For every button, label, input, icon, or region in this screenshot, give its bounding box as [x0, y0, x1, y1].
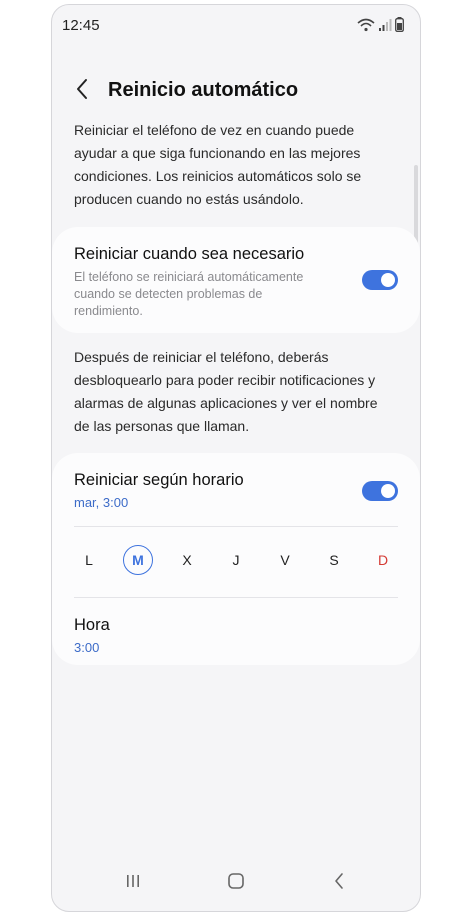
signal-icon	[378, 18, 392, 37]
day-tuesday[interactable]: M	[123, 545, 153, 575]
status-bar: 12:45	[52, 5, 420, 45]
scheduled-restart-title[interactable]: Reiniciar según horario	[74, 471, 244, 490]
restart-when-needed-title: Reiniciar cuando sea necesario	[74, 245, 305, 263]
recent-apps-icon	[125, 873, 141, 894]
day-thursday[interactable]: J	[221, 545, 251, 575]
home-icon	[227, 872, 245, 895]
scheduled-restart-value: mar, 3:00	[74, 495, 129, 510]
restart-when-needed-subtitle: El teléfono se reiniciará automáticament…	[74, 270, 304, 318]
nav-back-icon	[333, 872, 345, 895]
wifi-icon	[357, 18, 375, 37]
unlock-note: Después de reiniciar el teléfono, deberá…	[74, 349, 378, 434]
divider	[74, 526, 398, 527]
recent-apps-button[interactable]	[113, 863, 153, 903]
day-sunday[interactable]: D	[368, 545, 398, 575]
nav-back-button[interactable]	[319, 863, 359, 903]
restart-when-needed-toggle[interactable]	[362, 270, 398, 290]
day-monday[interactable]: L	[74, 545, 104, 575]
status-time: 12:45	[62, 17, 100, 34]
battery-icon	[395, 17, 404, 37]
phone-screen: 12:45 Reinicio automático Reiniciar el t…	[51, 4, 421, 912]
page-title: Reinicio automático	[108, 79, 299, 101]
scheduled-restart-toggle[interactable]	[362, 481, 398, 501]
status-icons	[357, 17, 404, 37]
time-setting-title: Hora	[74, 616, 110, 634]
home-button[interactable]	[216, 863, 256, 903]
day-selector: L M X J V S D	[74, 540, 398, 580]
navigation-bar	[52, 855, 420, 911]
chevron-left-icon	[75, 78, 89, 105]
toggle-knob	[381, 484, 395, 498]
time-setting-row[interactable]: Hora 3:00	[52, 598, 420, 665]
restart-when-needed-card[interactable]: Reiniciar cuando sea necesario El teléfo…	[52, 227, 420, 333]
day-saturday[interactable]: S	[319, 545, 349, 575]
day-friday[interactable]: V	[270, 545, 300, 575]
intro-description: Reiniciar el teléfono de vez en cuando p…	[74, 122, 362, 207]
day-wednesday[interactable]: X	[172, 545, 202, 575]
time-setting-value: 3:00	[74, 640, 100, 655]
page-header: Reinicio automático	[52, 67, 420, 115]
scheduled-restart-card: Reiniciar según horario mar, 3:00 L M X …	[52, 453, 420, 665]
toggle-knob	[381, 273, 395, 287]
back-button[interactable]	[66, 75, 98, 107]
